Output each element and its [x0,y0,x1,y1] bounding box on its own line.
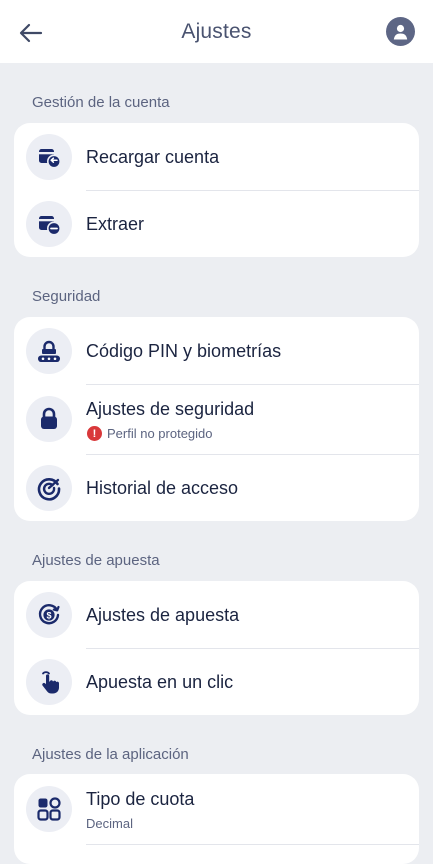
odds-type-value: Decimal [86,816,133,831]
bet-settings-icon-wrap: $ [26,592,72,638]
menu-item-label: Código PIN y biometrías [86,341,282,361]
menu-item-access-history[interactable]: Historial de acceso [14,454,419,521]
lock-icon [41,407,57,429]
app-header: Ajustes [0,0,433,63]
account-card: Recargar cuenta Extraer [14,123,419,257]
lock-icon-wrap [26,396,72,442]
menu-item-withdraw[interactable]: Extraer [14,190,419,257]
section-title-bet-settings: Ajustes de apuesta [32,552,160,569]
wallet-withdraw-icon [39,216,61,236]
app-settings-card: Tipo de cuota Decimal [14,774,419,864]
withdraw-icon-wrap [26,201,72,247]
warning-icon: ! [87,426,102,441]
user-circle-icon [393,24,408,40]
menu-item-label: Extraer [86,214,145,234]
bet-settings-card: $ Ajustes de apuesta Apuesta en un clic [14,581,419,715]
menu-item-label: Recargar cuenta [86,147,220,167]
security-status-text: Perfil no protegido [107,426,213,441]
odds-type-icon-wrap [26,786,72,832]
one-click-icon-wrap [26,659,72,705]
menu-item-next-partial [14,844,419,864]
menu-item-odds-type[interactable]: Tipo de cuota Decimal [14,774,419,844]
pin-icon-wrap [26,328,72,374]
menu-item-security-settings[interactable]: Ajustes de seguridad ! Perfil no protegi… [14,384,419,454]
profile-button[interactable] [386,17,415,46]
menu-item-label: Tipo de cuota [86,789,195,809]
menu-item-label: Ajustes de apuesta [86,605,240,625]
menu-item-label: Historial de acceso [86,478,239,498]
one-click-tap-icon [42,671,60,694]
pin-code-icon [38,340,60,362]
access-history-icon [37,478,61,501]
bet-settings-icon: $ [38,604,60,625]
menu-item-bet-settings[interactable]: $ Ajustes de apuesta [14,581,419,648]
wallet-deposit-icon [39,149,61,169]
menu-item-pin[interactable]: Código PIN y biometrías [14,317,419,384]
section-title-app-settings: Ajustes de la aplicación [32,746,189,763]
menu-item-deposit[interactable]: Recargar cuenta [14,123,419,190]
page-title: Ajustes [181,20,252,43]
menu-item-label: Apuesta en un clic [86,672,234,692]
section-title-account: Gestión de la cuenta [32,94,170,111]
section-title-security: Seguridad [32,288,101,305]
svg-text:$: $ [46,610,51,620]
security-card: Código PIN y biometrías Ajustes de segur… [14,317,419,521]
menu-item-label: Ajustes de seguridad [86,399,255,419]
odds-grid-icon [37,797,61,821]
menu-item-one-click-bet[interactable]: Apuesta en un clic [14,648,419,715]
access-history-icon-wrap [26,465,72,511]
deposit-icon-wrap [26,134,72,180]
security-status: ! Perfil no protegido [86,426,213,441]
